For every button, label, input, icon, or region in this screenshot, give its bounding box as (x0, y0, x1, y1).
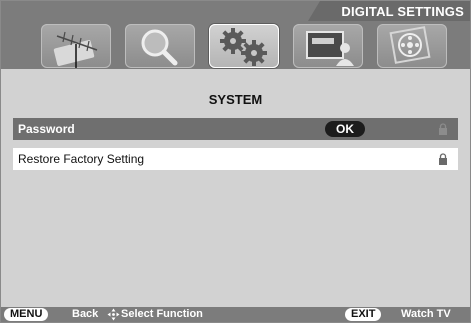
menu-item-password[interactable]: Password OK (13, 118, 458, 140)
lock-icon (439, 153, 447, 165)
menu-key-button[interactable]: MENU (4, 308, 49, 321)
antenna-icon[interactable] (41, 24, 111, 68)
watch-tv-hint: Watch TV (401, 308, 451, 320)
gears-icon[interactable] (209, 24, 279, 68)
menu-item-restore-factory-setting[interactable]: Restore Factory Setting (13, 148, 458, 170)
menu-title: DIGITAL SETTINGS (341, 4, 464, 19)
magnifier-icon[interactable] (125, 24, 195, 68)
bottom-help-bar: MENU Back Select Function EXIT Watch TV (1, 307, 470, 322)
menu-item-label: Restore Factory Setting (18, 152, 145, 166)
menu-item-label: Password (18, 122, 75, 136)
section-title: SYSTEM (208, 92, 263, 107)
film-reel-icon[interactable] (377, 24, 447, 68)
display-person-icon[interactable] (293, 24, 363, 68)
ok-button[interactable]: OK (325, 121, 365, 137)
back-hint: Back (72, 308, 99, 320)
tv-menu-window: DIGITAL SETTINGS SYSTEM Password OK Rest… (0, 0, 471, 323)
top-menu-bar: DIGITAL SETTINGS (1, 1, 470, 69)
exit-key-button[interactable]: EXIT (345, 308, 382, 321)
select-function-hint: Select Function (121, 308, 203, 320)
lock-icon (439, 123, 447, 135)
navigation-arrows-icon (107, 308, 120, 321)
menu-icon-strip (41, 24, 447, 68)
